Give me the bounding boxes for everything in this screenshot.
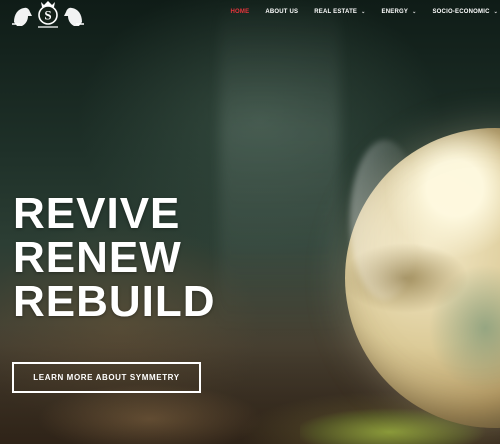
- globe-highlight: [350, 140, 420, 300]
- nav-item-label: HOME: [230, 9, 250, 15]
- nav-item-home[interactable]: HOME: [231, 9, 250, 15]
- hero-headline: REVIVE RENEW REBUILD: [13, 192, 216, 324]
- learn-more-button[interactable]: LEARN MORE ABOUT SYMMETRY: [12, 362, 201, 393]
- chevron-down-icon: ⌄: [361, 9, 366, 15]
- nav-item-real-estate[interactable]: REAL ESTATE ⌄: [314, 9, 365, 15]
- nav-item-label: SOCIO-ECONOMIC: [432, 9, 490, 15]
- headline-line-renew: RENEW: [13, 233, 182, 282]
- headline-line-revive: REVIVE: [13, 189, 181, 238]
- nav-item-energy[interactable]: ENERGY ⌄: [382, 9, 417, 15]
- chevron-down-icon: ⌄: [493, 9, 498, 15]
- headline-line-rebuild: REBUILD: [13, 277, 216, 326]
- site-header: S HOME ABOUT US REAL ESTATE ⌄ ENERGY ⌄ S…: [0, 0, 500, 30]
- nav-item-label: ENERGY: [381, 9, 409, 15]
- site-logo[interactable]: S: [8, 0, 88, 30]
- nav-item-label: REAL ESTATE: [314, 9, 358, 15]
- learn-more-button-label: LEARN MORE ABOUT SYMMETRY: [33, 373, 180, 382]
- logo-letter: S: [44, 8, 51, 23]
- crest-icon: S: [12, 1, 84, 28]
- nav-item-socio-economic[interactable]: SOCIO-ECONOMIC ⌄: [432, 9, 498, 15]
- waterfall-mist: [220, 0, 340, 330]
- nav-item-about-us[interactable]: ABOUT US: [265, 9, 298, 15]
- main-navigation: HOME ABOUT US REAL ESTATE ⌄ ENERGY ⌄ SOC…: [215, 5, 498, 19]
- chevron-down-icon: ⌄: [412, 9, 417, 15]
- nav-item-label: ABOUT US: [265, 9, 299, 15]
